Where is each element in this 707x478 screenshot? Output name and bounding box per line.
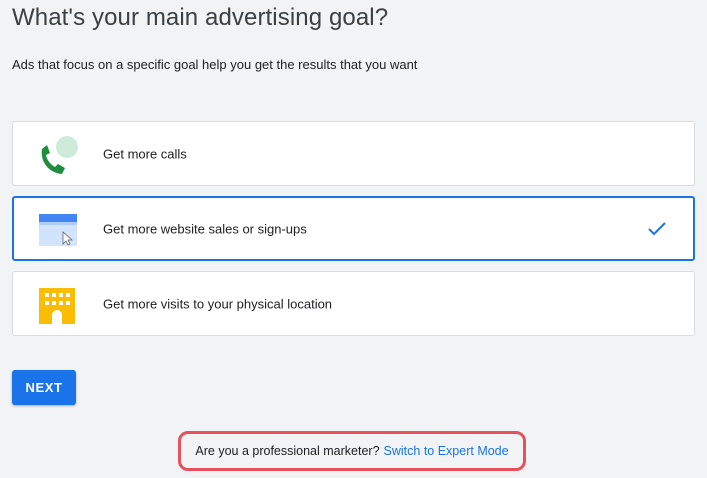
phone-chat-icon: [41, 136, 78, 174]
switch-to-expert-mode-link[interactable]: Switch to Expert Mode: [384, 444, 509, 458]
expert-question: Are you a professional marketer?: [195, 444, 380, 458]
browser-cursor-icon: [39, 214, 77, 246]
goal-label: Get more website sales or sign-ups: [103, 221, 307, 236]
goal-option-calls[interactable]: Get more calls: [12, 121, 695, 186]
goal-label: Get more visits to your physical locatio…: [103, 296, 333, 311]
goal-label: Get more calls: [103, 146, 187, 161]
checkmark-icon: [648, 222, 666, 236]
building-icon: [39, 288, 75, 324]
goal-option-website[interactable]: Get more website sales or sign-ups: [12, 196, 695, 261]
page-subtitle: Ads that focus on a specific goal help y…: [12, 57, 418, 72]
next-button[interactable]: NEXT: [12, 370, 76, 405]
expert-mode-prompt: Are you a professional marketer? Switch …: [178, 431, 526, 471]
page-title: What's your main advertising goal?: [12, 4, 389, 31]
goal-option-location[interactable]: Get more visits to your physical locatio…: [12, 271, 695, 336]
